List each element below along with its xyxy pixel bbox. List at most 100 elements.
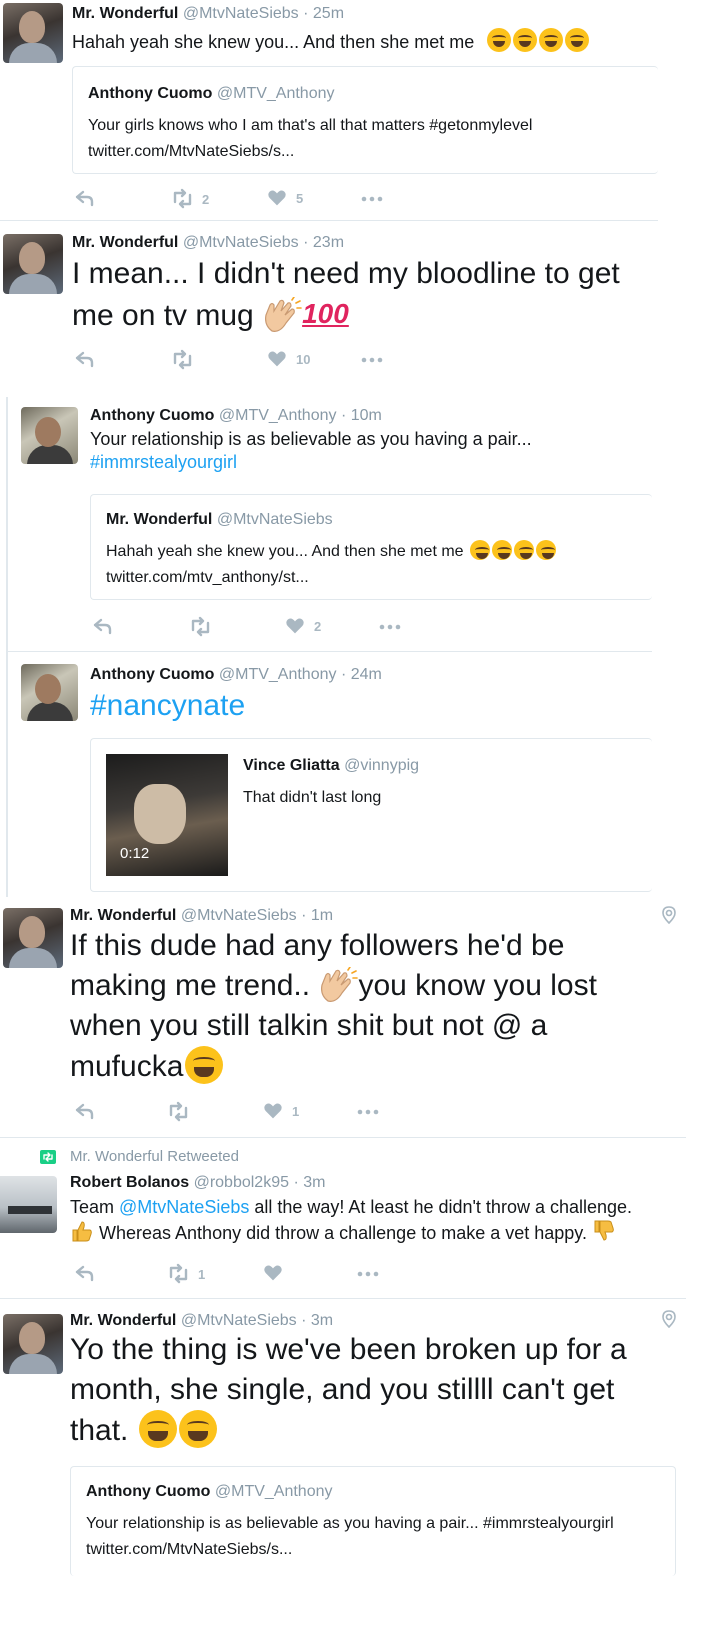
tweet[interactable]: Mr. Wonderful @MtvNateSiebs · 25m Hahah … bbox=[0, 0, 716, 220]
more-button[interactable] bbox=[356, 1100, 380, 1124]
like-count: 10 bbox=[296, 351, 311, 367]
location-pin-icon[interactable] bbox=[662, 906, 676, 924]
like-button[interactable]: 1 bbox=[262, 1100, 299, 1122]
tweet-text-line-3: that. bbox=[70, 1410, 627, 1451]
tears-of-joy-emoji bbox=[487, 28, 512, 52]
quoted-link[interactable]: twitter.com/MtvNateSiebs/s... bbox=[86, 1537, 614, 1563]
hashtag-link[interactable]: #nancynate bbox=[90, 686, 245, 726]
tears-of-joy-emoji bbox=[185, 1046, 224, 1084]
quoted-link[interactable]: twitter.com/mtv_anthony/st... bbox=[106, 565, 556, 591]
more-button[interactable] bbox=[356, 1262, 380, 1286]
reply-icon bbox=[75, 351, 94, 368]
quoted-tweet[interactable]: Anthony Cuomo @MTV_Anthony Your girls kn… bbox=[72, 66, 658, 174]
reply-icon bbox=[75, 1265, 94, 1282]
retweet-count: 1 bbox=[198, 1266, 206, 1282]
retweet-button[interactable]: 2 bbox=[170, 187, 209, 211]
location-pin-icon[interactable] bbox=[662, 1310, 676, 1328]
reply-button[interactable] bbox=[74, 1262, 96, 1284]
timestamp[interactable]: 3m bbox=[303, 1174, 325, 1191]
quoted-tweet[interactable]: Mr. Wonderful @MtvNateSiebs Hahah yeah s… bbox=[90, 494, 652, 600]
retweet-button[interactable] bbox=[170, 348, 194, 372]
timestamp[interactable]: 10m bbox=[351, 407, 382, 424]
video-thumbnail[interactable]: 0:12 bbox=[106, 754, 228, 876]
timestamp[interactable]: 3m bbox=[311, 1312, 333, 1329]
author-handle[interactable]: @MTV_Anthony bbox=[219, 407, 337, 424]
author-handle[interactable]: @MtvNateSiebs bbox=[183, 5, 299, 22]
tweet[interactable]: Mr. Wonderful @MtvNateSiebs · 3m Yo the … bbox=[0, 1300, 716, 1640]
reply-button[interactable] bbox=[74, 187, 96, 209]
timestamp[interactable]: 1m bbox=[311, 907, 333, 924]
avatar[interactable] bbox=[21, 664, 78, 721]
quoted-author-name: Anthony Cuomo bbox=[86, 1483, 211, 1500]
tweet-text-content: all the way! At least he didn't throw a … bbox=[249, 1197, 633, 1217]
tweet-header: Robert Bolanos @robbol2k95 · 3m bbox=[70, 1174, 325, 1192]
author-name[interactable]: Mr. Wonderful bbox=[72, 5, 178, 22]
author-name[interactable]: Anthony Cuomo bbox=[90, 666, 214, 683]
tweet-text-line-2: month, she single, and you stillll can't… bbox=[70, 1373, 615, 1406]
reply-button[interactable] bbox=[74, 348, 96, 370]
timestamp[interactable]: 25m bbox=[313, 5, 344, 22]
separator: · bbox=[340, 407, 347, 424]
like-button[interactable] bbox=[262, 1262, 284, 1284]
avatar[interactable] bbox=[3, 1314, 63, 1374]
tweet[interactable]: Mr. Wonderful @MtvNateSiebs · 1m If this… bbox=[0, 898, 716, 1136]
more-button[interactable] bbox=[378, 615, 402, 639]
retweet-button[interactable]: 1 bbox=[166, 1262, 205, 1286]
more-button[interactable] bbox=[360, 348, 384, 372]
retweeted-by-label[interactable]: Mr. Wonderful Retweeted bbox=[70, 1148, 239, 1165]
more-icon bbox=[361, 357, 383, 363]
author-name[interactable]: Mr. Wonderful bbox=[70, 907, 176, 924]
author-name[interactable]: Robert Bolanos bbox=[70, 1174, 189, 1191]
like-button[interactable]: 2 bbox=[284, 615, 321, 637]
quoted-text-line: Hahah yeah she knew you... And then she … bbox=[106, 539, 557, 565]
author-name[interactable]: Anthony Cuomo bbox=[90, 407, 214, 424]
tweet[interactable]: Anthony Cuomo @MTV_Anthony · 10m Your re… bbox=[0, 397, 716, 651]
avatar[interactable] bbox=[3, 3, 63, 63]
like-count: 1 bbox=[292, 1103, 300, 1119]
quoted-author-name: Anthony Cuomo bbox=[88, 85, 213, 102]
tweet[interactable]: Mr. Wonderful Retweeted Robert Bolanos @… bbox=[0, 1138, 716, 1298]
heart-icon bbox=[268, 190, 286, 206]
tweet-text-content: that. bbox=[70, 1414, 129, 1447]
tears-of-joy-emoji bbox=[539, 28, 564, 52]
tears-of-joy-emoji bbox=[492, 540, 513, 560]
author-name[interactable]: Mr. Wonderful bbox=[70, 1312, 176, 1329]
hashtag-link[interactable]: #immrstealyourgirl bbox=[90, 451, 532, 474]
author-handle[interactable]: @MtvNateSiebs bbox=[183, 234, 299, 251]
tweet-text: If this dude had any followers he'd be m… bbox=[70, 926, 597, 1087]
avatar[interactable] bbox=[3, 234, 63, 294]
like-count: 2 bbox=[314, 618, 322, 634]
timestamp[interactable]: 24m bbox=[351, 666, 382, 683]
author-handle[interactable]: @robbol2k95 bbox=[194, 1174, 289, 1191]
avatar[interactable] bbox=[21, 407, 78, 464]
video-still bbox=[134, 784, 186, 844]
hundred-points-emoji: 100 bbox=[302, 298, 349, 329]
author-handle[interactable]: @MTV_Anthony bbox=[219, 666, 337, 683]
more-icon bbox=[361, 196, 383, 202]
tweet[interactable]: Mr. Wonderful @MtvNateSiebs · 23m I mean… bbox=[0, 222, 716, 392]
avatar[interactable] bbox=[3, 908, 63, 968]
reply-button[interactable] bbox=[92, 615, 114, 637]
tweet-actions: 2 bbox=[92, 615, 492, 639]
quoted-tweet[interactable]: Anthony Cuomo @MTV_Anthony Your relation… bbox=[70, 1466, 676, 1576]
quoted-author-handle: @MtvNateSiebs bbox=[216, 511, 333, 528]
mention-link[interactable]: @MtvNateSiebs bbox=[119, 1197, 249, 1217]
retweet-button[interactable] bbox=[188, 615, 212, 639]
reply-button[interactable] bbox=[74, 1100, 96, 1122]
like-button[interactable]: 10 bbox=[266, 348, 310, 370]
more-button[interactable] bbox=[360, 187, 384, 211]
timestamp[interactable]: 23m bbox=[313, 234, 344, 251]
tweet-text-line-4: mufucka bbox=[70, 1046, 597, 1087]
author-handle[interactable]: @MtvNateSiebs bbox=[181, 907, 297, 924]
tweet-text-line-2: me on tv mug 100 bbox=[72, 294, 620, 336]
quoted-link[interactable]: twitter.com/MtvNateSiebs/s... bbox=[88, 139, 532, 165]
retweet-button[interactable] bbox=[166, 1100, 190, 1124]
tears-of-joy-emoji bbox=[470, 540, 491, 560]
author-handle[interactable]: @MtvNateSiebs bbox=[181, 1312, 297, 1329]
avatar[interactable] bbox=[0, 1176, 57, 1233]
like-button[interactable]: 5 bbox=[266, 187, 303, 209]
reply-icon bbox=[93, 618, 112, 635]
quoted-text-line: Your girls knows who I am that's all tha… bbox=[88, 117, 533, 134]
author-name[interactable]: Mr. Wonderful bbox=[72, 234, 178, 251]
tweet-text: Hahah yeah she knew you... And then she … bbox=[72, 28, 590, 54]
